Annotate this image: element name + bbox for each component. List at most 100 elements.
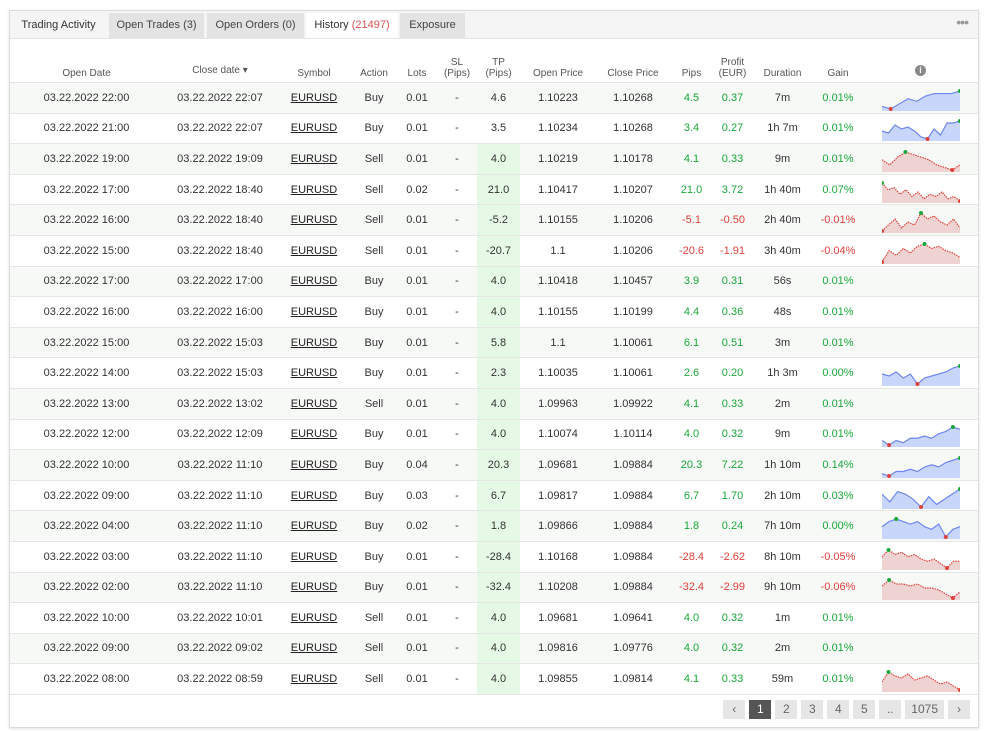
sparkline-max-point xyxy=(886,547,890,552)
pips-value: 20.3 xyxy=(680,458,703,471)
last-page-button[interactable]: 1075 xyxy=(905,700,944,719)
col-open-date[interactable]: Open Date xyxy=(10,42,163,83)
symbol-value[interactable]: EURUSD xyxy=(291,490,337,502)
col-open-price[interactable]: Open Price xyxy=(520,42,596,83)
duration-value: 59m xyxy=(771,673,794,686)
duration-value: 2m xyxy=(774,642,791,655)
symbol-value[interactable]: EURUSD xyxy=(291,581,337,593)
symbol-value[interactable]: EURUSD xyxy=(291,214,337,226)
trade-sparkline xyxy=(881,149,960,172)
col-sl[interactable]: SL (Pips) xyxy=(437,42,477,83)
symbol-value[interactable]: EURUSD xyxy=(291,153,337,165)
symbol-value[interactable]: EURUSD xyxy=(291,337,337,349)
table-row[interactable]: 03.22.2022 16:00 03.22.2022 18:40 EURUSD Se… xyxy=(10,204,978,236)
cell-open-date: 03.22.2022 21:00 xyxy=(10,113,163,145)
open-price-value: 1.10035 xyxy=(538,367,578,380)
symbol-value[interactable]: EURUSD xyxy=(291,306,337,318)
sl-value: - xyxy=(455,152,459,165)
table-row[interactable]: 03.22.2022 09:00 03.22.2022 09:02 EURUSD Se… xyxy=(10,633,978,665)
table-row[interactable]: 03.22.2022 15:00 03.22.2022 15:03 EURUSD Bu… xyxy=(10,327,978,359)
table-row[interactable]: 03.22.2022 17:00 03.22.2022 17:00 EURUSD Bu… xyxy=(10,266,978,298)
tab-trading-activity[interactable]: Trading Activity xyxy=(10,13,107,38)
page-2-button[interactable]: 2 xyxy=(775,700,798,719)
symbol-value[interactable]: EURUSD xyxy=(291,92,337,104)
more-options-icon[interactable]: ••• xyxy=(956,14,969,30)
symbol-value[interactable]: EURUSD xyxy=(291,275,337,287)
symbol-value[interactable]: EURUSD xyxy=(291,428,337,440)
cell-duration: 2h 40m xyxy=(752,204,813,236)
page-3-button[interactable]: 3 xyxy=(801,700,824,719)
sparkline-max-point xyxy=(886,578,891,583)
tab-open-trades[interactable]: Open Trades (3) xyxy=(109,13,204,38)
table-row[interactable]: 03.22.2022 08:00 03.22.2022 08:59 EURUSD Se… xyxy=(10,663,978,695)
col-duration[interactable]: Duration xyxy=(752,42,813,83)
gain-value: 0.01% xyxy=(822,275,854,288)
page-4-button[interactable]: 4 xyxy=(827,700,850,719)
cell-profit: 0.37 xyxy=(713,82,752,114)
cell-open-price: 1.09681 xyxy=(520,602,596,634)
col-lots[interactable]: Lots xyxy=(397,42,437,83)
table-row[interactable]: 03.22.2022 12:00 03.22.2022 12:09 EURUSD Bu… xyxy=(10,419,978,451)
cell-gain: 0.01% xyxy=(813,663,863,695)
cell-close-price: 1.10268 xyxy=(596,113,670,145)
close-date-value: 03.22.2022 11:10 xyxy=(177,550,263,563)
symbol-value[interactable]: EURUSD xyxy=(291,520,337,532)
table-row[interactable]: 03.22.2022 19:00 03.22.2022 19:09 EURUSD Se… xyxy=(10,143,978,175)
symbol-value[interactable]: EURUSD xyxy=(291,184,337,196)
col-close-price[interactable]: Close Price xyxy=(596,42,670,83)
cell-lots: 0.01 xyxy=(397,388,437,420)
cell-action: Buy xyxy=(351,266,397,298)
cell-close-price: 1.09641 xyxy=(596,602,670,634)
page-5-button[interactable]: 5 xyxy=(853,700,876,719)
table-row[interactable]: 03.22.2022 16:00 03.22.2022 16:00 EURUSD Bu… xyxy=(10,296,978,328)
sl-value: - xyxy=(455,305,459,318)
col-profit[interactable]: Profit (EUR) xyxy=(713,42,752,83)
table-row[interactable]: 03.22.2022 09:00 03.22.2022 11:10 EURUSD Bu… xyxy=(10,480,978,512)
table-row[interactable]: 03.22.2022 13:00 03.22.2022 13:02 EURUSD Se… xyxy=(10,388,978,420)
tab-exposure[interactable]: Exposure xyxy=(400,13,465,38)
table-row[interactable]: 03.22.2022 10:00 03.22.2022 10:01 EURUSD Se… xyxy=(10,602,978,634)
table-row[interactable]: 03.22.2022 22:00 03.22.2022 22:07 EURUSD Bu… xyxy=(10,82,978,114)
open-date-value: 03.22.2022 19:00 xyxy=(43,152,130,165)
col-symbol[interactable]: Symbol xyxy=(277,42,351,83)
table-row[interactable]: 03.22.2022 02:00 03.22.2022 11:10 EURUSD Bu… xyxy=(10,572,978,604)
symbol-value[interactable]: EURUSD xyxy=(291,122,337,134)
prev-page-button[interactable]: ‹ xyxy=(723,700,746,719)
open-price-value: 1.1 xyxy=(550,336,566,349)
page-1-button[interactable]: 1 xyxy=(749,700,772,719)
symbol-value[interactable]: EURUSD xyxy=(291,642,337,654)
trade-sparkline xyxy=(881,241,960,264)
sl-value: - xyxy=(455,520,459,533)
table-row[interactable]: 03.22.2022 21:00 03.22.2022 22:07 EURUSD Bu… xyxy=(10,113,978,145)
table-row[interactable]: 03.22.2022 14:00 03.22.2022 15:03 EURUSD Bu… xyxy=(10,357,978,389)
table-row[interactable]: 03.22.2022 04:00 03.22.2022 11:10 EURUSD Bu… xyxy=(10,510,978,542)
cell-duration: 9m xyxy=(752,143,813,175)
table-row[interactable]: 03.22.2022 03:00 03.22.2022 11:10 EURUSD Bu… xyxy=(10,541,978,573)
cell-lots: 0.01 xyxy=(397,82,437,114)
close-date-value: 03.22.2022 18:40 xyxy=(177,214,263,227)
info-icon[interactable]: i xyxy=(915,65,926,76)
col-action[interactable]: Action xyxy=(351,42,397,83)
tab-open-orders[interactable]: Open Orders (0) xyxy=(207,13,304,38)
col-close-date[interactable]: Close date ▾ xyxy=(163,42,277,83)
tab-history[interactable]: History (21497) xyxy=(306,13,398,38)
symbol-value[interactable]: EURUSD xyxy=(291,245,337,257)
table-row[interactable]: 03.22.2022 15:00 03.22.2022 18:40 EURUSD Se… xyxy=(10,235,978,267)
next-page-button[interactable]: › xyxy=(948,700,970,719)
gain-value: 0.07% xyxy=(822,183,854,196)
cell-chart xyxy=(863,82,978,114)
cell-close-date: 03.22.2022 10:01 xyxy=(163,602,277,634)
col-pips[interactable]: Pips xyxy=(670,42,713,83)
symbol-value[interactable]: EURUSD xyxy=(291,673,337,685)
col-gain[interactable]: Gain xyxy=(813,42,863,83)
open-price-value: 1.10074 xyxy=(538,428,578,441)
symbol-value[interactable]: EURUSD xyxy=(291,398,337,410)
symbol-value[interactable]: EURUSD xyxy=(291,367,337,379)
symbol-value[interactable]: EURUSD xyxy=(291,459,337,471)
symbol-value[interactable]: EURUSD xyxy=(291,612,337,624)
col-tp[interactable]: TP (Pips) xyxy=(477,42,520,83)
table-row[interactable]: 03.22.2022 10:00 03.22.2022 11:10 EURUSD Bu… xyxy=(10,449,978,481)
cell-chart xyxy=(863,266,978,298)
symbol-value[interactable]: EURUSD xyxy=(291,551,337,563)
table-row[interactable]: 03.22.2022 17:00 03.22.2022 18:40 EURUSD Se… xyxy=(10,174,978,206)
